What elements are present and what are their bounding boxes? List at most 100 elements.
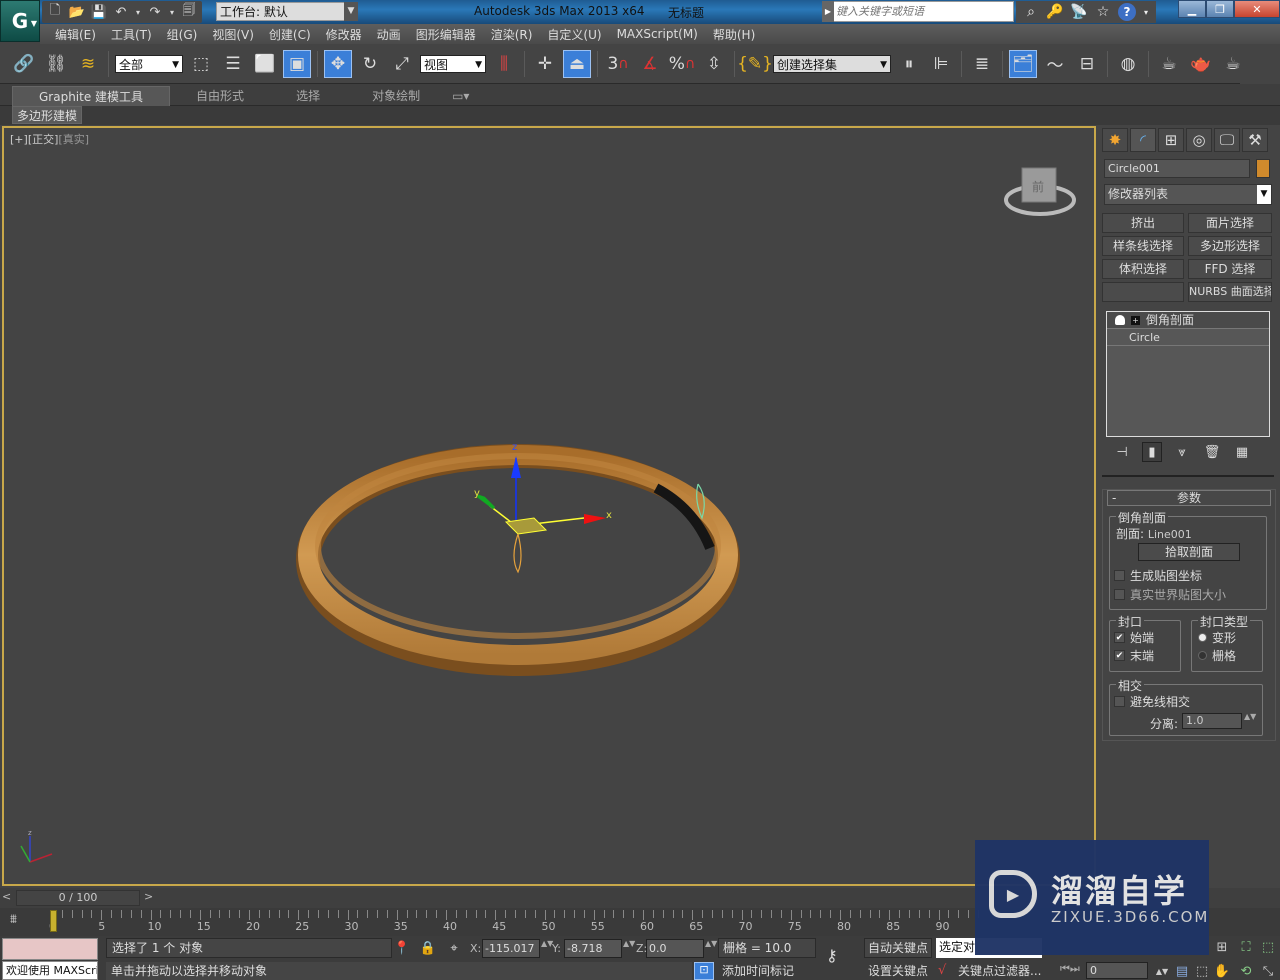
menu-animation[interactable]: 动画 (370, 26, 409, 43)
set-keys-key-icon[interactable]: ⚷ (826, 946, 856, 966)
mirror-icon[interactable]: ⏸ (895, 50, 923, 78)
real-world-map-size-checkbox[interactable]: 真实世界贴图大小 (1114, 586, 1226, 603)
tab-selection[interactable]: 选择 (270, 86, 346, 106)
show-end-result-icon[interactable]: ▮ (1142, 442, 1162, 462)
lightbulb-icon[interactable] (1115, 315, 1125, 325)
bangle-object[interactable] (296, 444, 740, 676)
current-frame-field[interactable]: 0 (1086, 962, 1148, 979)
satellite-icon[interactable]: 📡 (1070, 3, 1088, 21)
stack-item-bevel-profile[interactable]: + 倒角剖面 (1107, 312, 1269, 329)
menu-customize[interactable]: 自定义(U) (540, 26, 609, 43)
minimize-button[interactable]: ▁ (1178, 0, 1206, 18)
set-key-button[interactable]: 设置关键点 (864, 962, 932, 980)
zoom-extents-all-icon[interactable]: ⊞ (1212, 938, 1232, 956)
qat-customize-icon[interactable]: ▼ (344, 2, 358, 21)
time-tag-icon[interactable]: ⊡ (694, 962, 714, 980)
maxscript-listener-output[interactable] (2, 938, 98, 960)
link-icon[interactable]: 🔗 (10, 50, 38, 78)
angle-snap-icon[interactable]: ∡ (636, 50, 664, 78)
frame-spinner-icon[interactable]: ▲▼ (1152, 962, 1172, 980)
orbit-icon[interactable]: ⟲ (1236, 962, 1256, 980)
menu-modifiers[interactable]: 修改器 (319, 26, 370, 43)
graphite-toggle-icon[interactable]: 🗂 (1009, 49, 1037, 78)
ribbon-panel-polygon-modeling[interactable]: 多边形建模 (12, 106, 83, 124)
create-tab-icon[interactable]: ✸ (1102, 128, 1128, 152)
motion-tab-icon[interactable]: ◎ (1186, 128, 1212, 152)
ribbon-options-icon[interactable]: ▭▾ (446, 86, 475, 106)
star-icon[interactable]: ☆ (1094, 3, 1112, 21)
keyboard-shortcut-override-icon[interactable]: ⏏ (563, 49, 591, 78)
layer-manager-icon[interactable]: ≣ (968, 50, 996, 78)
key-filters-button[interactable]: 关键点过滤器... (936, 962, 1048, 980)
avoid-self-intersections-checkbox[interactable]: 避免线相交 (1114, 693, 1190, 710)
tab-freeform[interactable]: 自由形式 (170, 86, 270, 106)
x-coordinate-field[interactable]: -115.017 (482, 939, 540, 958)
display-tab-icon[interactable]: 🖵 (1214, 128, 1240, 152)
key-mode-toggle-icon[interactable]: ⏮⏭ (1060, 962, 1080, 976)
redo-dropdown-icon[interactable]: ▾ (168, 3, 176, 21)
spinner-arrows-icon[interactable]: ▲▼ (1244, 713, 1256, 729)
unlink-icon[interactable]: ⛓ (42, 50, 70, 78)
rendered-frame-window-icon[interactable]: 🫖 (1187, 50, 1215, 78)
selection-filter-dropdown[interactable]: 全部 ▼ (115, 54, 183, 73)
schematic-view-icon[interactable]: ⊟ (1073, 50, 1101, 78)
nurbs-surface-select-button[interactable]: NURBS 曲面选择 (1188, 282, 1272, 302)
curve-editor-icon[interactable]: 〜 (1041, 50, 1069, 78)
render-setup-icon[interactable]: ☕ (1155, 50, 1183, 78)
modify-tab-icon[interactable]: ◜ (1130, 128, 1156, 152)
separation-spinner[interactable]: 1.0 (1182, 713, 1242, 729)
configure-modifier-sets-icon[interactable]: ▦ (1232, 442, 1252, 462)
snap-toggle-icon[interactable]: 3 ∩ (604, 50, 632, 78)
remove-modifier-icon[interactable]: 🗑 (1202, 442, 1222, 462)
track-ruler[interactable]: 051015202530354045505560657075808590 (44, 908, 979, 934)
time-slider[interactable]: 0 / 100 (16, 890, 140, 906)
restore-button[interactable]: ❐ (1206, 0, 1234, 18)
manipulate-icon[interactable]: ✛ (531, 50, 559, 78)
make-unique-icon[interactable]: ⩔ (1172, 442, 1192, 462)
render-production-icon[interactable]: ☕ (1219, 50, 1247, 78)
select-and-rotate-icon[interactable]: ↻ (356, 50, 384, 78)
select-and-scale-icon[interactable]: ⤢ (388, 50, 416, 78)
absolute-mode-icon[interactable]: ⌖ (446, 939, 462, 957)
menu-rendering[interactable]: 渲染(R) (484, 26, 541, 43)
current-frame-marker[interactable] (50, 910, 57, 932)
named-selection-set-dropdown[interactable]: 创建选择集 ▼ (773, 54, 891, 73)
poly-select-button[interactable]: 多边形选择 (1188, 236, 1272, 256)
zoom-all-icon[interactable]: ⬚ (1258, 938, 1278, 956)
application-button[interactable]: G ▼ (0, 0, 40, 42)
y-spinner-icon[interactable]: ▲▼ (623, 939, 635, 958)
selection-lock-icon[interactable]: 🔒 (420, 939, 436, 957)
volume-select-button[interactable]: 体积选择 (1102, 259, 1184, 279)
curve-editor-mini-icon[interactable]: ⩩ (10, 912, 32, 930)
viewport-perspective[interactable]: [+][正交][真实] 前 z x y z (2, 126, 1096, 886)
close-button[interactable]: ✕ (1234, 0, 1280, 18)
new-file-icon[interactable]: 🗋 (46, 3, 64, 21)
cap-end-checkbox[interactable]: ✔ 末端 (1114, 647, 1154, 664)
reference-coordinate-dropdown[interactable]: 视图 ▼ (420, 54, 486, 73)
tab-object-paint[interactable]: 对象绘制 (346, 86, 446, 106)
object-color-swatch[interactable] (1256, 159, 1270, 178)
select-by-name-icon[interactable]: ☰ (219, 50, 247, 78)
ffd-select-button[interactable]: FFD 选择 (1188, 259, 1272, 279)
material-editor-icon[interactable]: ◍ (1114, 50, 1142, 78)
maximize-viewport-icon[interactable]: ⤡ (1258, 962, 1278, 980)
time-slider-prev[interactable]: < (2, 890, 14, 906)
percent-snap-icon[interactable]: % ∩ (668, 50, 696, 78)
pick-profile-button[interactable]: 拾取剖面 (1138, 543, 1240, 561)
menu-group[interactable]: 组(G) (160, 26, 206, 43)
select-and-move-icon[interactable]: ✥ (324, 49, 352, 78)
pivot-center-icon[interactable]: ⫼ (490, 50, 518, 78)
cap-type-morph-radio[interactable]: 变形 (1198, 629, 1236, 646)
redo-icon[interactable]: ↷ (146, 3, 164, 21)
object-name-field[interactable]: Circle001 (1104, 159, 1250, 178)
empty-modifier-button[interactable] (1102, 282, 1184, 302)
spinner-snap-icon[interactable]: ⇳ (700, 50, 728, 78)
menu-views[interactable]: 视图(V) (205, 26, 262, 43)
align-icon[interactable]: ⊫ (927, 50, 955, 78)
isolate-selection-icon[interactable]: 📍 (394, 939, 410, 957)
y-coordinate-field[interactable]: -8.718 (564, 939, 622, 958)
save-icon[interactable]: 💾 (90, 3, 108, 21)
spline-select-button[interactable]: 样条线选择 (1102, 236, 1184, 256)
add-time-tag[interactable]: 添加时间标记 (718, 962, 816, 980)
cap-type-grid-radio[interactable]: 栅格 (1198, 647, 1236, 664)
